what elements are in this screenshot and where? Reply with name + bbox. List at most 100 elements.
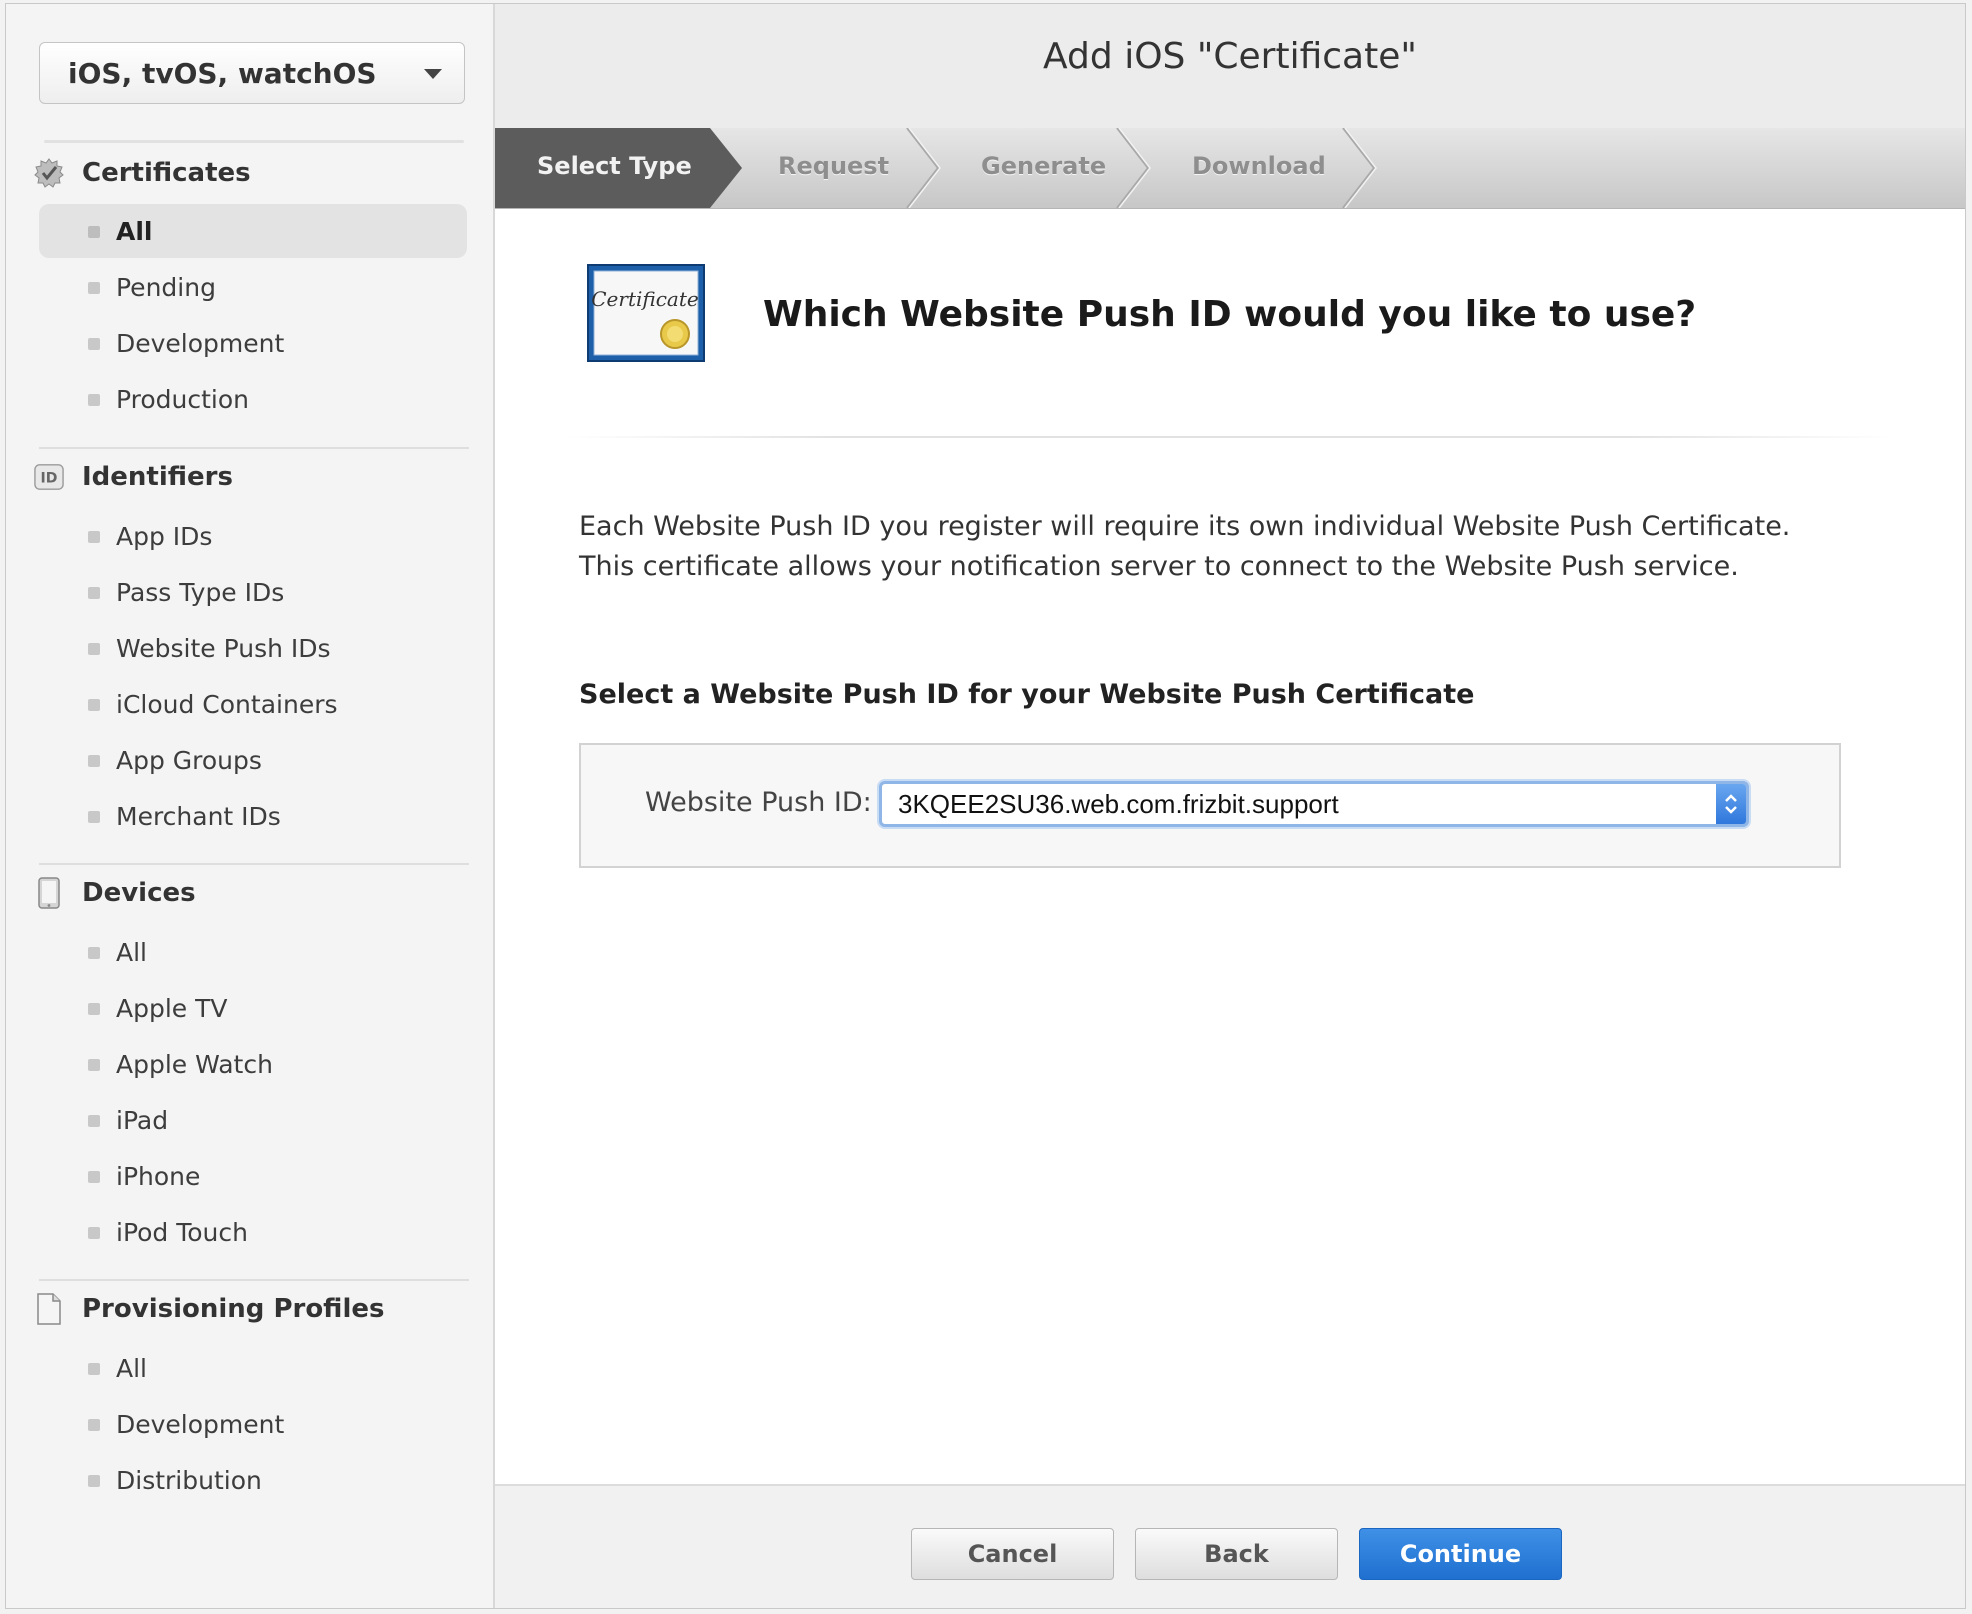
sidebar-item-apple-tv[interactable]: Apple TV [39,981,467,1035]
sidebar-item-label: Production [116,384,250,414]
section-title: Certificates [82,158,251,188]
select-heading: Select a Website Push ID for your Websit… [579,679,1475,710]
sidebar-section-devices: Devices [34,877,196,909]
sidebar-item-profiles-distribution[interactable]: Distribution [39,1453,467,1507]
id-badge-text: ID [41,471,58,487]
section-title: Provisioning Profiles [82,1294,385,1324]
description-text: Each Website Push ID you register will r… [579,511,1791,582]
sidebar-item-app-groups[interactable]: App Groups [39,733,467,787]
sidebar: iOS, tvOS, watchOS Certificates All Pend… [6,4,495,1608]
cancel-button[interactable]: Cancel [911,1528,1114,1580]
footer-bar: Cancel Back Continue [495,1484,1965,1608]
sidebar-section-certificates: Certificates [34,158,251,188]
sidebar-item-label: Development [116,328,285,358]
bullet [88,394,100,406]
bullet [88,811,100,823]
section-title: Devices [82,878,196,908]
id-badge-icon: ID [34,462,64,492]
select-panel: Website Push ID: 3KQEE2SU36.web.com.friz… [579,743,1841,868]
bullet [88,947,100,959]
sidebar-item-label: All [116,216,153,246]
sidebar-item-label: Website Push IDs [116,633,331,663]
sidebar-item-label: All [116,937,147,967]
platform-select[interactable]: iOS, tvOS, watchOS [39,42,465,104]
bullet [88,755,100,767]
sidebar-item-certificates-all[interactable]: All [39,204,467,258]
sidebar-item-icloud-containers[interactable]: iCloud Containers [39,677,467,731]
sidebar-item-devices-all[interactable]: All [39,925,467,979]
sidebar-item-label: iPad [116,1105,169,1135]
back-button[interactable]: Back [1135,1528,1338,1580]
website-push-id-label: Website Push ID: [645,787,872,818]
step-request: Request [778,152,890,180]
page-title: Add iOS "Certificate" [1043,36,1417,77]
sidebar-item-app-ids[interactable]: App IDs [39,509,467,563]
sidebar-item-label: iPhone [116,1161,201,1191]
sidebar-item-pending[interactable]: Pending [39,260,467,314]
sidebar-section-identifiers: ID Identifiers [34,462,233,492]
bullet [88,1227,100,1239]
bullet [88,1003,100,1015]
sidebar-divider [39,863,469,865]
sidebar-item-profiles-development[interactable]: Development [39,1397,467,1451]
sidebar-item-label: App IDs [116,521,213,551]
sidebar-item-label: Development [116,1409,285,1439]
step-download: Download [1192,152,1326,180]
bullet [88,531,100,543]
platform-select-label: iOS, tvOS, watchOS [68,56,377,90]
bullet [88,282,100,294]
sidebar-item-label: Pass Type IDs [116,577,285,607]
sidebar-item-label: Apple Watch [116,1049,273,1079]
question-heading: Which Website Push ID would you like to … [763,294,1697,335]
certificate-icon-text: Certificate [591,287,698,311]
sidebar-item-label: Apple TV [116,993,228,1023]
certificate-icon: Certificate [587,264,705,362]
sidebar-item-website-push-ids[interactable]: Website Push IDs [39,621,467,675]
website-push-id-select[interactable]: 3KQEE2SU36.web.com.frizbit.support [879,781,1749,827]
bullet [88,587,100,599]
sidebar-divider [44,140,464,143]
sidebar-item-ipod-touch[interactable]: iPod Touch [39,1205,467,1259]
certificate-seal-icon [34,158,64,188]
bullet [88,1059,100,1071]
sidebar-divider [39,447,469,449]
sidebar-item-production[interactable]: Production [39,372,467,426]
content-divider [565,436,1895,438]
sidebar-item-apple-watch[interactable]: Apple Watch [39,1037,467,1091]
sidebar-item-pass-type-ids[interactable]: Pass Type IDs [39,565,467,619]
sidebar-item-label: Pending [116,272,216,302]
website-push-id-value: 3KQEE2SU36.web.com.frizbit.support [898,788,1339,819]
sidebar-item-development[interactable]: Development [39,316,467,370]
sidebar-item-label: App Groups [116,745,262,775]
sidebar-divider [39,1279,469,1281]
content-area: Certificate Which Website Push ID would … [495,209,1965,1489]
section-title: Identifiers [82,462,233,492]
step-breadcrumb: Select Type Request Generate Download [495,128,1965,209]
bullet [88,1115,100,1127]
bullet [88,1363,100,1375]
bullet [88,338,100,350]
page-header: Add iOS "Certificate" [495,4,1965,130]
sidebar-section-provisioning-profiles: Provisioning Profiles [34,1293,385,1325]
sidebar-item-label: All [116,1353,147,1383]
sidebar-item-label: iPod Touch [116,1217,248,1247]
app-window: iOS, tvOS, watchOS Certificates All Pend… [5,3,1966,1609]
sidebar-item-label: Merchant IDs [116,801,281,831]
bullet [88,699,100,711]
step-generate: Generate [981,152,1107,180]
sidebar-item-label: Distribution [116,1465,262,1495]
chevron-down-icon [424,69,442,79]
bullet [88,1171,100,1183]
bullet [88,643,100,655]
sidebar-item-merchant-ids[interactable]: Merchant IDs [39,789,467,843]
bullet [88,226,100,238]
sidebar-item-profiles-all[interactable]: All [39,1341,467,1395]
continue-button[interactable]: Continue [1359,1528,1562,1580]
step-select-type: Select Type [537,152,692,180]
document-icon [34,1293,64,1325]
sidebar-item-label: iCloud Containers [116,689,338,719]
main-panel: Add iOS "Certificate" Select Type Reques… [495,4,1965,1608]
sidebar-item-ipad[interactable]: iPad [39,1093,467,1147]
select-stepper-icon [1716,784,1746,824]
sidebar-item-iphone[interactable]: iPhone [39,1149,467,1203]
